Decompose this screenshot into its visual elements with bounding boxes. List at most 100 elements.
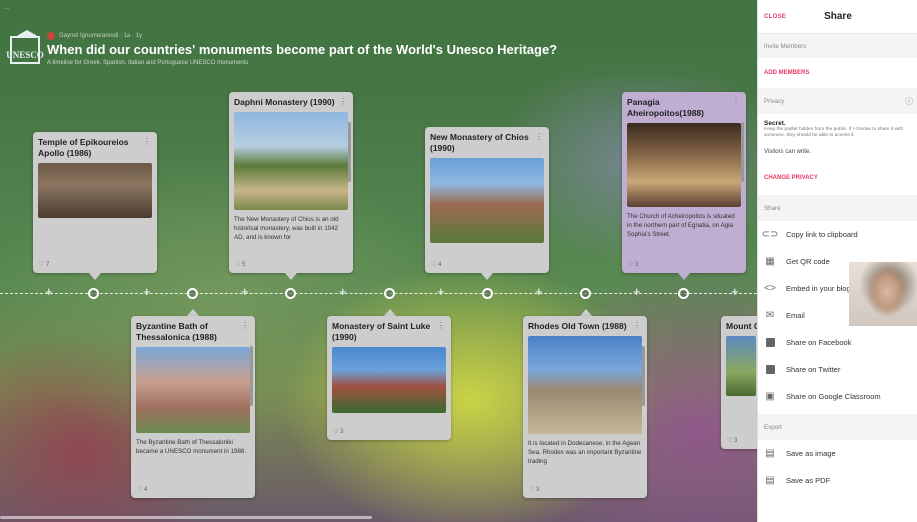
post-description: It is located in Dodecanese, in the Agea… bbox=[528, 440, 642, 465]
post-photo bbox=[332, 347, 446, 413]
card-scrollbar[interactable] bbox=[250, 346, 253, 406]
author-line: Gaynet Ignumeramodi · 1a · 1y bbox=[59, 33, 143, 39]
like-count[interactable]: ♡ 7 bbox=[39, 261, 49, 268]
add-post-plus[interactable]: + bbox=[731, 284, 739, 300]
card-pointer bbox=[187, 309, 199, 316]
info-icon[interactable]: ⓘ bbox=[905, 96, 913, 107]
like-count[interactable]: ♡ 3 bbox=[727, 437, 737, 444]
change-privacy-link[interactable]: CHANGE PRIVACY bbox=[758, 175, 824, 181]
card-scrollbar[interactable] bbox=[642, 346, 645, 406]
card-pointer bbox=[89, 273, 101, 280]
timeline-node[interactable] bbox=[285, 288, 296, 299]
more-options-icon[interactable]: ⋮ bbox=[241, 321, 249, 330]
more-options-icon[interactable]: ⋮ bbox=[143, 137, 151, 146]
more-options-icon[interactable]: ⋮ bbox=[339, 97, 347, 106]
post-card[interactable]: Rhodes Old Town (1988) ⋮ It is located i… bbox=[523, 316, 647, 498]
add-post-plus[interactable]: + bbox=[143, 284, 151, 300]
facebook-icon bbox=[764, 337, 776, 349]
timeline-node[interactable] bbox=[678, 288, 689, 299]
timeline-node[interactable] bbox=[580, 288, 591, 299]
change-privacy-row: CHANGE PRIVACY bbox=[758, 161, 917, 195]
more-options-icon[interactable]: ⋮ bbox=[437, 321, 445, 330]
add-post-plus[interactable]: + bbox=[437, 284, 445, 300]
share-panel-header: CLOSE Share bbox=[758, 0, 917, 34]
more-options-icon[interactable]: ⋮ bbox=[732, 97, 740, 106]
post-title: Monastery of Saint Luke (1990) bbox=[332, 321, 431, 342]
post-photo bbox=[38, 163, 152, 218]
link-icon: ⊂⊃ bbox=[761, 229, 779, 240]
save-image-row[interactable]: ▤ Save as image bbox=[758, 440, 917, 467]
post-title: New Monastery of Chios (1990) bbox=[430, 132, 529, 153]
export-section: Export bbox=[758, 414, 917, 440]
like-count[interactable]: ♡ 5 bbox=[235, 261, 245, 268]
post-title: Rhodes Old Town (1988) bbox=[528, 321, 627, 331]
author-avatar[interactable] bbox=[47, 32, 55, 40]
card-scrollbar[interactable] bbox=[348, 122, 351, 182]
post-card[interactable]: Monastery of Saint Luke (1990) ⋮ ♡ 3 bbox=[327, 316, 451, 440]
like-count[interactable]: ♡ 4 bbox=[137, 486, 147, 493]
google-classroom-icon: ▣ bbox=[765, 391, 775, 402]
more-options-icon[interactable]: ⋮ bbox=[633, 321, 641, 330]
post-card[interactable]: Panagia Aheiropoitos(1988) ⋮ The Church … bbox=[622, 92, 746, 273]
add-post-plus[interactable]: + bbox=[241, 284, 249, 300]
horizontal-scrollbar[interactable] bbox=[0, 516, 372, 519]
share-item-label: Share on Google Classroom bbox=[786, 392, 881, 401]
privacy-section: Privacy ⓘ bbox=[758, 88, 917, 114]
google-classroom-row[interactable]: ▣ Share on Google Classroom bbox=[758, 383, 917, 410]
share-item-label: Email bbox=[786, 311, 805, 320]
post-card[interactable]: Temple of Epikoureios Apollo (1986) ⋮ ♡ … bbox=[33, 132, 157, 273]
share-label: Share bbox=[764, 204, 781, 212]
export-item-label: Save as PDF bbox=[786, 476, 831, 485]
more-options-icon[interactable]: ⋮ bbox=[535, 132, 543, 141]
twitter-row[interactable]: Share on Twitter bbox=[758, 356, 917, 383]
like-count[interactable]: ♡ 3 bbox=[529, 486, 539, 493]
post-photo bbox=[528, 336, 642, 434]
embed-icon: <> bbox=[764, 283, 776, 294]
qr-code-icon: ▦ bbox=[765, 256, 775, 267]
share-section: Share bbox=[758, 195, 917, 221]
post-title: Panagia Aheiropoitos(1988) bbox=[627, 97, 704, 118]
visitors-permission: Visitors can write. bbox=[764, 149, 811, 155]
like-count[interactable]: ♡ 4 bbox=[431, 261, 441, 268]
timeline-node[interactable] bbox=[88, 288, 99, 299]
card-pointer bbox=[384, 309, 396, 316]
close-button[interactable]: CLOSE bbox=[764, 14, 786, 20]
add-members-row: ADD MEMBERS bbox=[758, 58, 917, 88]
add-post-plus[interactable]: + bbox=[633, 284, 641, 300]
like-count[interactable]: ♡ 3 bbox=[628, 261, 638, 268]
add-post-plus[interactable]: + bbox=[339, 284, 347, 300]
post-title: Mount Oros(1 bbox=[726, 321, 757, 331]
card-pointer bbox=[678, 273, 690, 280]
export-label: Export bbox=[764, 423, 782, 431]
board-header: ... UNESCO Gaynet Ignumeramodi · 1a · 1y… bbox=[0, 0, 757, 78]
share-item-label: Share on Twitter bbox=[786, 365, 841, 374]
timeline-node[interactable] bbox=[187, 288, 198, 299]
share-panel: CLOSE Share Invite Members ADD MEMBERS P… bbox=[757, 0, 917, 522]
post-title: Daphni Monastery (1990) bbox=[234, 97, 335, 107]
timeline-node[interactable] bbox=[482, 288, 493, 299]
timeline-line bbox=[0, 293, 757, 294]
privacy-mode: Secret. bbox=[764, 120, 786, 127]
copy-link-row[interactable]: ⊂⊃ Copy link to clipboard bbox=[758, 221, 917, 248]
share-item-label: Share on Facebook bbox=[786, 338, 852, 347]
share-item-label: Copy link to clipboard bbox=[786, 230, 858, 239]
post-card[interactable]: Daphni Monastery (1990) ⋮ The New Monast… bbox=[229, 92, 353, 273]
post-description: The New Monastery of Chios is an old his… bbox=[234, 216, 339, 241]
privacy-details[interactable]: Secret. Keep the padlet hidden from the … bbox=[758, 114, 917, 155]
card-pointer bbox=[580, 309, 592, 316]
post-card[interactable]: Mount Oros(1 ♡ 3 bbox=[721, 316, 757, 449]
facebook-row[interactable]: Share on Facebook bbox=[758, 329, 917, 356]
card-scrollbar[interactable] bbox=[741, 122, 744, 182]
timeline-node[interactable] bbox=[384, 288, 395, 299]
privacy-label: Privacy bbox=[764, 97, 785, 105]
card-pointer bbox=[481, 273, 493, 280]
add-post-plus[interactable]: + bbox=[45, 284, 53, 300]
padlet-board: ... UNESCO Gaynet Ignumeramodi · 1a · 1y… bbox=[0, 0, 757, 522]
like-count[interactable]: ♡ 3 bbox=[333, 428, 343, 435]
save-pdf-row[interactable]: ▤ Save as PDF bbox=[758, 467, 917, 494]
add-members-link[interactable]: ADD MEMBERS bbox=[758, 70, 815, 76]
post-card[interactable]: Byzantine Bath of Thessalonica (1988) ⋮ … bbox=[131, 316, 255, 498]
post-card[interactable]: New Monastery of Chios (1990) ⋮ ♡ 4 bbox=[425, 127, 549, 273]
card-pointer bbox=[285, 273, 297, 280]
add-post-plus[interactable]: + bbox=[535, 284, 543, 300]
